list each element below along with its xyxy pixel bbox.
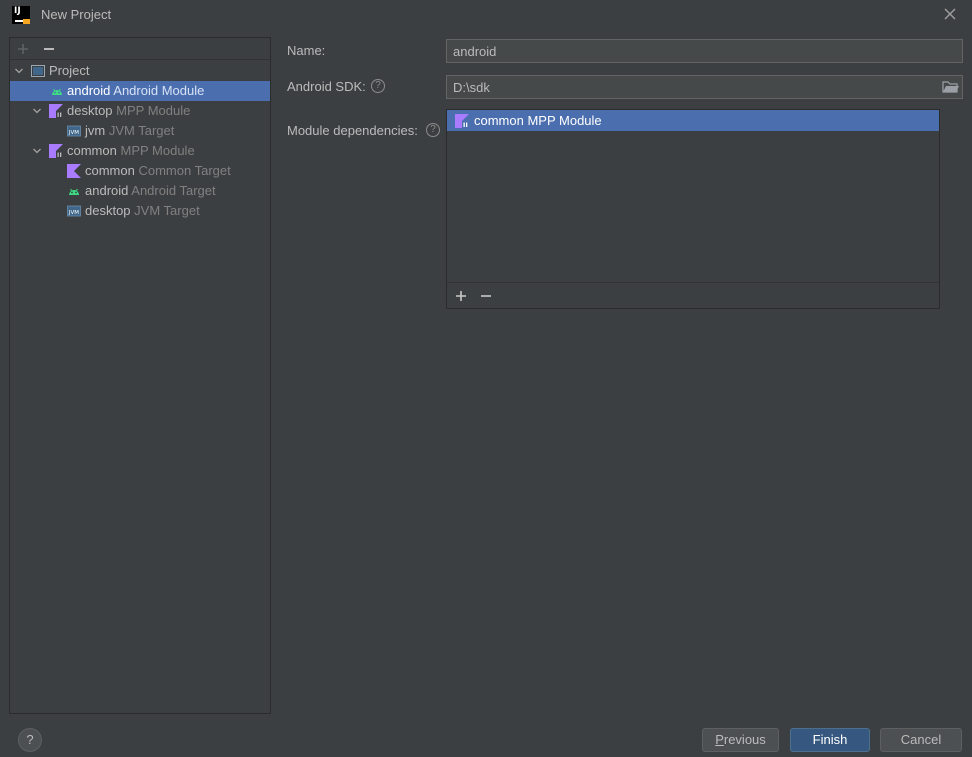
tree-item-desktop-target[interactable]: JVM desktop JVM Target bbox=[10, 201, 270, 221]
module-tree: Project android Android Module desktop M… bbox=[10, 61, 270, 221]
tree-item-label: android Android Target bbox=[85, 181, 216, 201]
module-dependencies-list: common MPP Module bbox=[446, 109, 940, 309]
browse-sdk-button[interactable] bbox=[942, 80, 960, 94]
app-icon-text: IJ bbox=[14, 6, 21, 16]
tree-item-project[interactable]: Project bbox=[10, 61, 270, 81]
module-type: MPP Module bbox=[116, 103, 191, 118]
android-icon bbox=[52, 88, 62, 95]
module-type: JVM Target bbox=[134, 203, 200, 218]
tree-item-desktop-module[interactable]: desktop MPP Module bbox=[10, 101, 270, 121]
tree-item-label: jvm JVM Target bbox=[85, 121, 174, 141]
sdk-help-icon[interactable]: ? bbox=[371, 79, 385, 93]
module-type: MPP Module bbox=[120, 143, 195, 158]
minus-icon bbox=[481, 295, 491, 297]
module-name: desktop bbox=[67, 103, 113, 118]
module-name: common bbox=[67, 143, 117, 158]
new-project-dialog: IJ New Project Project android Android M… bbox=[0, 0, 972, 757]
name-label: Name: bbox=[287, 43, 326, 58]
project-folder-icon bbox=[31, 65, 45, 77]
tree-item-android-module[interactable]: android Android Module bbox=[10, 81, 270, 101]
chevron-down-icon[interactable] bbox=[32, 146, 42, 156]
help-button[interactable]: ? bbox=[18, 728, 42, 752]
tree-item-android-target[interactable]: android Android Target bbox=[10, 181, 270, 201]
tree-item-label: android Android Module bbox=[67, 81, 204, 101]
tree-item-jvm-target[interactable]: JVM jvm JVM Target bbox=[10, 121, 270, 141]
previous-label: revious bbox=[723, 732, 766, 747]
tree-item-label: common Common Target bbox=[85, 161, 231, 181]
previous-button[interactable]: Previous bbox=[702, 728, 779, 752]
finish-button[interactable]: Finish bbox=[790, 728, 870, 752]
jvm-icon: JVM bbox=[67, 205, 81, 217]
tree-item-common-target[interactable]: common Common Target bbox=[10, 161, 270, 181]
previous-mnemonic: P bbox=[715, 732, 724, 747]
plus-icon bbox=[456, 291, 466, 301]
intellij-app-icon: IJ bbox=[12, 6, 30, 24]
tree-item-label: desktop MPP Module bbox=[67, 101, 190, 121]
jvm-icon: JVM bbox=[67, 125, 81, 137]
module-type: Android Module bbox=[113, 83, 205, 98]
tree-item-label: desktop JVM Target bbox=[85, 201, 200, 221]
minus-icon bbox=[44, 48, 54, 50]
close-icon bbox=[944, 8, 956, 20]
android-icon bbox=[69, 188, 79, 195]
title-bar: IJ New Project bbox=[0, 0, 972, 30]
remove-dependency-button[interactable] bbox=[478, 288, 494, 304]
kotlin-module-icon bbox=[49, 144, 63, 158]
plus-icon bbox=[18, 44, 28, 54]
android-sdk-input[interactable] bbox=[446, 75, 963, 99]
chevron-down-icon[interactable] bbox=[14, 66, 24, 76]
tree-item-common-module[interactable]: common MPP Module bbox=[10, 141, 270, 161]
module-name: android bbox=[67, 83, 111, 98]
folder-icon bbox=[942, 81, 959, 93]
kotlin-module-icon bbox=[455, 114, 469, 128]
tree-item-label: Project bbox=[49, 63, 90, 78]
dialog-title: New Project bbox=[41, 7, 112, 22]
kotlin-module-icon bbox=[49, 104, 63, 118]
cancel-button[interactable]: Cancel bbox=[880, 728, 962, 752]
add-module-button[interactable] bbox=[15, 41, 31, 57]
add-dependency-button[interactable] bbox=[453, 288, 469, 304]
svg-text:JVM: JVM bbox=[68, 130, 79, 136]
android-sdk-label: Android SDK: bbox=[287, 79, 366, 94]
chevron-down-icon[interactable] bbox=[32, 106, 42, 116]
module-name: android bbox=[85, 183, 129, 198]
module-tree-panel: Project android Android Module desktop M… bbox=[9, 37, 271, 714]
remove-module-button[interactable] bbox=[41, 41, 57, 57]
dependencies-help-icon[interactable]: ? bbox=[426, 123, 440, 137]
dependencies-list-items: common MPP Module bbox=[447, 110, 939, 282]
module-type: JVM Target bbox=[108, 123, 175, 138]
module-name: desktop bbox=[85, 203, 131, 218]
kotlin-icon bbox=[67, 164, 81, 178]
module-name: common bbox=[85, 163, 135, 178]
module-name: jvm bbox=[85, 123, 106, 138]
dependency-label: common MPP Module bbox=[474, 113, 602, 128]
tree-toolbar bbox=[10, 38, 270, 60]
dependency-item[interactable]: common MPP Module bbox=[447, 110, 939, 131]
module-type: Common Target bbox=[138, 163, 231, 178]
module-dependencies-label: Module dependencies: bbox=[287, 123, 418, 138]
svg-text:JVM: JVM bbox=[68, 210, 79, 216]
close-button[interactable] bbox=[938, 4, 962, 26]
name-input[interactable] bbox=[446, 39, 963, 63]
tree-item-label: common MPP Module bbox=[67, 141, 195, 161]
module-type: Android Target bbox=[131, 183, 216, 198]
dependencies-toolbar bbox=[447, 282, 939, 308]
